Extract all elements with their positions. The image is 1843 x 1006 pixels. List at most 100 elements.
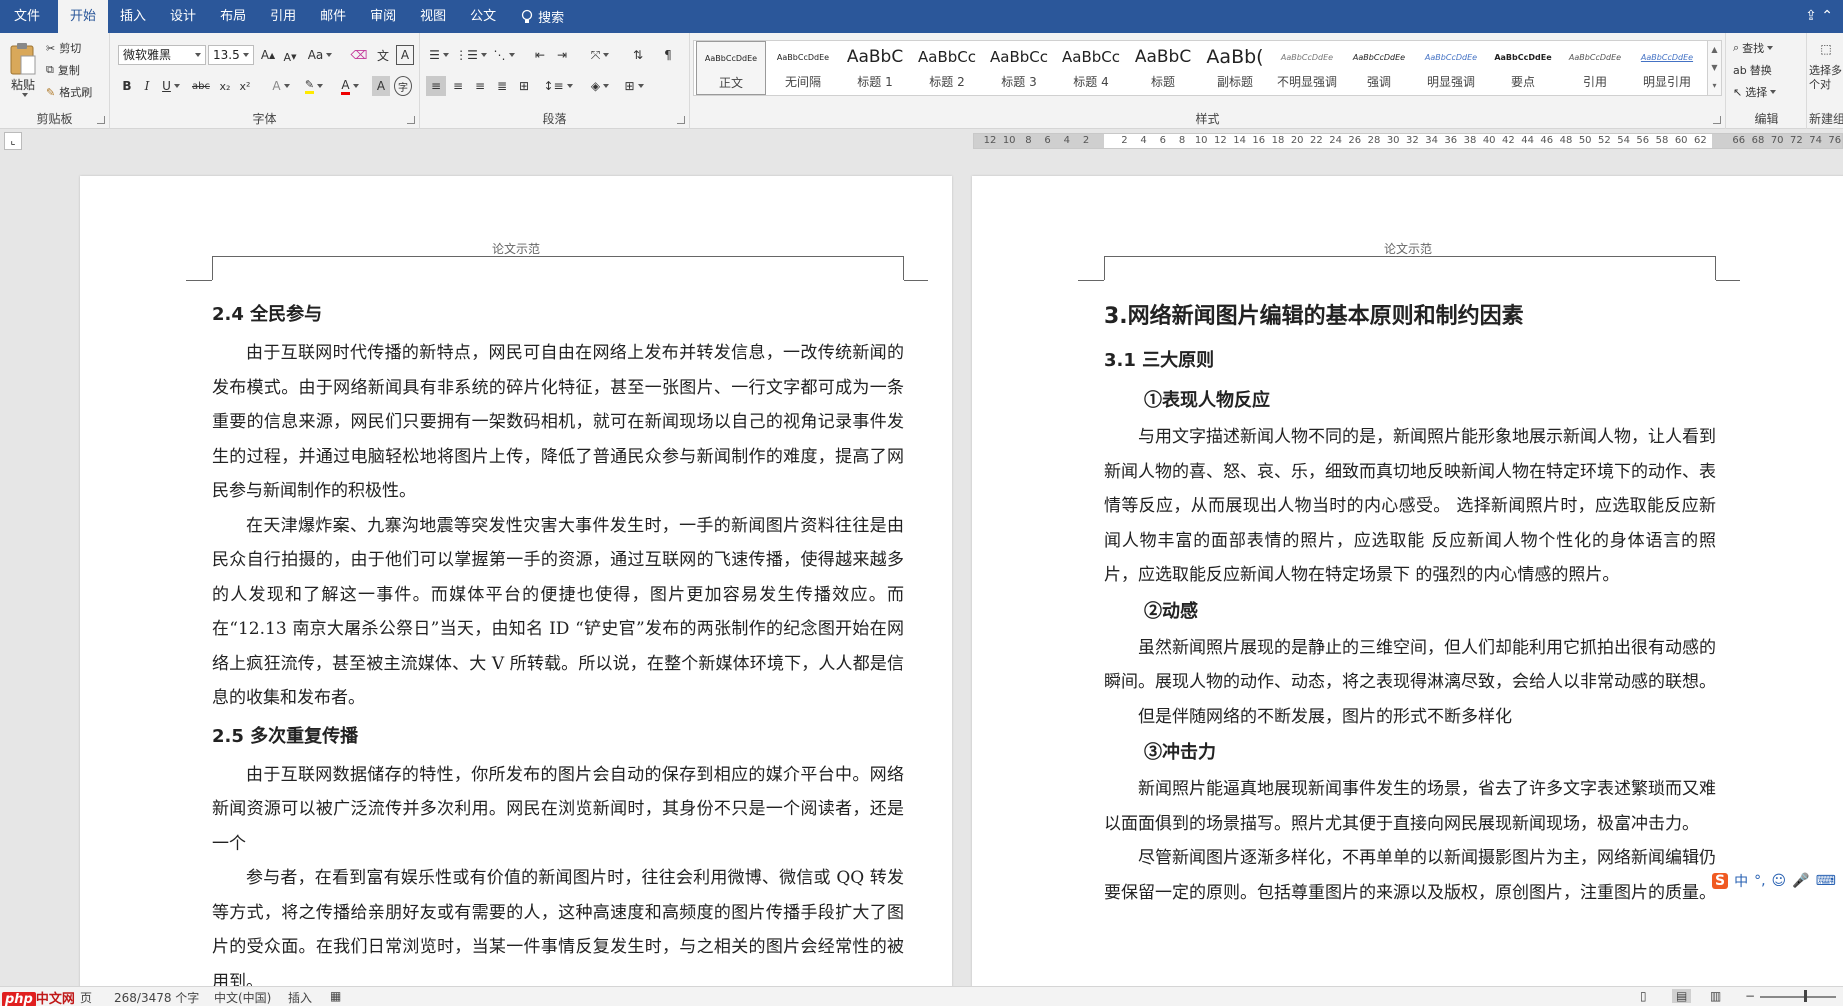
copy-button[interactable]: ⧉ 复制 bbox=[46, 61, 80, 79]
decrease-indent-icon[interactable]: ⇤ bbox=[530, 45, 550, 65]
font-name-combo[interactable]: 微软雅黑 bbox=[118, 45, 206, 65]
font-launcher-icon[interactable] bbox=[407, 116, 415, 124]
chinese-layout-icon[interactable]: ⤧ bbox=[586, 45, 614, 65]
justify-icon[interactable]: ≣ bbox=[492, 76, 512, 96]
paragraph[interactable]: 尽管新闻图片逐渐多样化，不再单单的以新闻摄影图片为主，网络新闻编辑仍要保留一定的… bbox=[1104, 841, 1716, 910]
bullets-icon[interactable]: ☰ bbox=[426, 45, 452, 65]
subscript-button[interactable]: x₂ bbox=[216, 76, 234, 96]
style-subtitle[interactable]: AaBb(副标题 bbox=[1200, 41, 1270, 95]
grow-font-button[interactable]: A ▲ bbox=[260, 45, 276, 65]
paste-button[interactable]: 粘贴 bbox=[4, 37, 42, 101]
heading-2[interactable]: 2.4 全民参与 bbox=[212, 294, 904, 336]
ime-toolbar[interactable]: S 中 °, ☺ 🎤 ⌨ bbox=[1708, 870, 1843, 892]
borders-icon[interactable]: ⊞ bbox=[620, 76, 648, 96]
clipboard-launcher-icon[interactable] bbox=[97, 116, 105, 124]
style-subtle-emphasis[interactable]: AaBbCcDdEe 不明显强调 bbox=[1272, 41, 1342, 95]
style-intense-emphasis[interactable]: AaBbCcDdEe 明显强调 bbox=[1416, 41, 1486, 95]
heading-3[interactable]: ①表现人物反应 bbox=[1104, 382, 1716, 420]
paragraph[interactable]: 与用文字描述新闻人物不同的是，新闻照片能形象地展示新闻人物，让人看到新闻人物的喜… bbox=[1104, 420, 1716, 593]
page-left[interactable]: 论文示范 2.4 全民参与 由于互联网时代传播的新特点，网民可自由在网络上发布并转… bbox=[80, 176, 952, 986]
style-emphasis[interactable]: AaBbCcDdEe 强调 bbox=[1344, 41, 1414, 95]
microphone-icon[interactable]: 🎤 bbox=[1792, 873, 1809, 889]
zoom-out-icon[interactable]: − bbox=[1745, 989, 1755, 1003]
shrink-font-button[interactable]: A ▼ bbox=[282, 47, 298, 67]
line-spacing-icon[interactable]: ↕≡ bbox=[543, 76, 573, 96]
superscript-button[interactable]: x² bbox=[236, 76, 254, 96]
heading-2[interactable]: 2.5 多次重复传播 bbox=[212, 716, 904, 758]
page-right[interactable]: 论文示范 3.网络新闻图片编辑的基本原则和制约因素 3.1 三大原则 ①表现人物反应… bbox=[972, 176, 1843, 986]
clear-format-icon[interactable]: ⌫ bbox=[350, 45, 368, 65]
enclose-char-button[interactable]: 字 bbox=[394, 76, 412, 96]
tell-me-search[interactable]: 搜索 bbox=[520, 7, 564, 26]
heading-2[interactable]: 3.1 三大原则 bbox=[1104, 340, 1716, 382]
paragraph[interactable]: 参与者，在看到富有娱乐性或有价值的新闻图片时，往往会利用微博、微信或 QQ 转发… bbox=[212, 861, 904, 986]
paragraph[interactable]: 新闻照片能逼真地展现新闻事件发生的场景，省去了许多文字表述繁琐而又难以面面俱到的… bbox=[1104, 772, 1716, 841]
style-normal[interactable]: AaBbCcDdEe 正文 bbox=[696, 41, 766, 95]
ime-punct[interactable]: °, bbox=[1754, 873, 1765, 889]
web-layout-icon[interactable]: ▥ bbox=[1710, 989, 1721, 1003]
align-center-icon[interactable]: ≡ bbox=[448, 76, 468, 96]
style-title[interactable]: AaBbC 标题 bbox=[1128, 41, 1198, 95]
tab-insert[interactable]: 插入 bbox=[108, 0, 158, 33]
align-right-icon[interactable]: ≡ bbox=[470, 76, 490, 96]
tab-official[interactable]: 公文 bbox=[458, 0, 508, 33]
font-color-button[interactable]: A bbox=[336, 76, 364, 96]
heading-3[interactable]: ③冲击力 bbox=[1104, 734, 1716, 772]
increase-indent-icon[interactable]: ⇥ bbox=[552, 45, 572, 65]
print-layout-icon[interactable]: ▤ bbox=[1672, 989, 1692, 1003]
shading-icon[interactable]: ◈ bbox=[586, 76, 614, 96]
tab-home[interactable]: 开始 bbox=[58, 0, 109, 33]
char-shading-button[interactable]: A bbox=[372, 76, 390, 96]
style-heading-1[interactable]: AaBbC 标题 1 bbox=[840, 41, 910, 95]
ime-language[interactable]: 中 bbox=[1734, 871, 1748, 891]
keyboard-icon[interactable]: ⌨ bbox=[1816, 873, 1836, 889]
text-effects-button[interactable]: A bbox=[268, 76, 294, 96]
style-heading-4[interactable]: AaBbCc 标题 4 bbox=[1056, 41, 1126, 95]
heading-3[interactable]: ②动感 bbox=[1104, 593, 1716, 631]
numbering-icon[interactable]: ⋮☰ bbox=[455, 45, 487, 65]
tab-mailings[interactable]: 邮件 bbox=[308, 0, 358, 33]
style-quote[interactable]: AaBbCcDdEe 引用 bbox=[1560, 41, 1630, 95]
tab-file[interactable]: 文件 bbox=[0, 0, 54, 33]
find-button[interactable]: ⌕ 查找 bbox=[1733, 39, 1774, 57]
tab-view[interactable]: 视图 bbox=[408, 0, 458, 33]
cut-button[interactable]: ✂ 剪切 bbox=[46, 39, 81, 57]
italic-button[interactable]: I bbox=[138, 76, 156, 96]
style-no-spacing[interactable]: AaBbCcDdEe 无间隔 bbox=[768, 41, 838, 95]
zoom-slider[interactable] bbox=[1760, 996, 1836, 998]
styles-gallery-scroll[interactable]: ▲ ▼ ▾ bbox=[1708, 40, 1722, 96]
replace-button[interactable]: ab 替换 bbox=[1733, 61, 1772, 79]
paragraph[interactable]: 但是伴随网络的不断发展，图片的形式不断多样化 bbox=[1104, 700, 1716, 735]
styles-launcher-icon[interactable] bbox=[1713, 116, 1721, 124]
tab-design[interactable]: 设计 bbox=[158, 0, 208, 33]
status-page[interactable]: 页 bbox=[80, 989, 92, 1006]
style-heading-3[interactable]: AaBbCc 标题 3 bbox=[984, 41, 1054, 95]
paragraph[interactable]: 由于互联网时代传播的新特点，网民可自由在网络上发布并转发信息，一改传统新闻的发布… bbox=[212, 336, 904, 509]
zoom-slider-thumb[interactable] bbox=[1804, 990, 1807, 1002]
multilevel-list-icon[interactable]: ⋱ bbox=[490, 45, 518, 65]
page-left-content[interactable]: 2.4 全民参与 由于互联网时代传播的新特点，网民可自由在网络上发布并转发信息，一… bbox=[212, 294, 904, 986]
paragraph[interactable]: 在天津爆炸案、九寨沟地震等突发性灾害大事件发生时，一手的新闻图片资料往往是由民众… bbox=[212, 509, 904, 716]
status-language[interactable]: 中文(中国) bbox=[214, 989, 271, 1006]
align-left-icon[interactable]: ≡ bbox=[426, 76, 446, 96]
select-multiple-button[interactable]: 选择多个对 bbox=[1807, 63, 1843, 93]
style-heading-2[interactable]: AaBbCc 标题 2 bbox=[912, 41, 982, 95]
sort-icon[interactable]: ⇅ bbox=[628, 45, 648, 65]
format-painter-button[interactable]: ✎ 格式刷 bbox=[46, 83, 92, 101]
macro-record-icon[interactable]: ▦ bbox=[330, 989, 341, 1003]
tab-references[interactable]: 引用 bbox=[258, 0, 308, 33]
horizontal-ruler[interactable]: 12 10 8 6 4 2 2 4 6 8 10 12 14 16 18 20 22 24 26 28 30 32 34 36… bbox=[973, 133, 1843, 149]
tab-layout[interactable]: 布局 bbox=[208, 0, 258, 33]
share-icon[interactable]: ⇪ ⌃ bbox=[1805, 8, 1833, 24]
emoji-icon[interactable]: ☺ bbox=[1772, 873, 1787, 889]
highlight-button[interactable]: ✎ bbox=[300, 76, 328, 96]
read-mode-icon[interactable]: ▯ bbox=[1640, 989, 1647, 1003]
status-word-count[interactable]: 268/3478 个字 bbox=[114, 989, 199, 1006]
paragraph[interactable]: 虽然新闻照片展现的是静止的三维空间，但人们却能利用它抓拍出很有动感的瞬间。展现人… bbox=[1104, 631, 1716, 700]
tab-selector[interactable]: ⌞ bbox=[4, 132, 22, 150]
document-area[interactable]: 论文示范 2.4 全民参与 由于互联网时代传播的新特点，网民可自由在网络上发布并转… bbox=[0, 152, 1843, 986]
tab-review[interactable]: 审阅 bbox=[358, 0, 408, 33]
bold-button[interactable]: B bbox=[118, 76, 136, 96]
style-strong[interactable]: AaBbCcDdEe 要点 bbox=[1488, 41, 1558, 95]
strikethrough-button[interactable]: abc bbox=[188, 76, 214, 96]
